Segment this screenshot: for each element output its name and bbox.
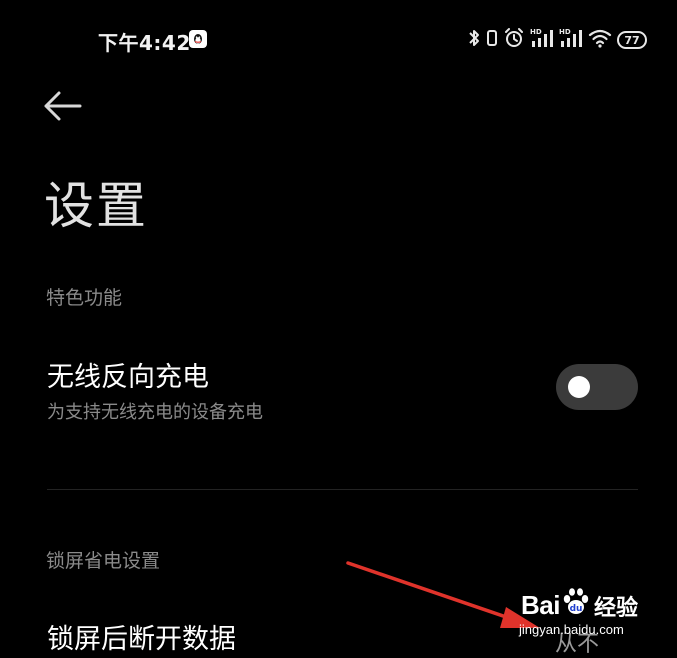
battery-level: 77 (624, 33, 640, 47)
status-time: 下午4:42 (98, 31, 191, 55)
watermark-brand: Bai (521, 590, 560, 620)
back-button[interactable] (38, 82, 88, 130)
setting-title: 锁屏后断开数据 (47, 624, 236, 655)
arrow-left-icon (44, 91, 82, 121)
qq-penguin-icon (189, 30, 207, 48)
svg-text:du: du (570, 604, 583, 614)
watermark-url: jingyan.baidu.com (519, 622, 624, 637)
hd-signal-icon: HD (530, 27, 554, 53)
svg-text:HD: HD (530, 28, 542, 36)
svg-text:HD: HD (559, 28, 571, 36)
vibrate-icon (486, 28, 498, 52)
toggle-knob (568, 376, 590, 398)
hd-signal-icon: HD (559, 27, 583, 53)
baidu-jingyan-watermark: Bai du 经验 jingyan.baidu.com (518, 584, 648, 644)
wireless-reverse-charging-toggle[interactable] (556, 364, 638, 410)
watermark-product: 经验 (594, 596, 639, 621)
section-header-features: 特色功能 (46, 287, 123, 309)
setting-title: 无线反向充电 (47, 362, 209, 393)
section-header-lockscreen-power: 锁屏省电设置 (46, 550, 161, 572)
bluetooth-icon (467, 28, 481, 52)
wifi-icon (588, 28, 612, 52)
status-bar: 下午4:42 HD HD 77 (0, 22, 677, 58)
divider (47, 489, 638, 490)
page-title: 设置 (44, 177, 148, 235)
status-icons: HD HD 77 (467, 28, 647, 52)
battery-icon: 77 (617, 31, 647, 49)
baidu-paw-icon: du (563, 588, 589, 614)
alarm-icon (503, 27, 525, 53)
setting-summary: 为支持无线充电的设备充电 (47, 402, 263, 423)
